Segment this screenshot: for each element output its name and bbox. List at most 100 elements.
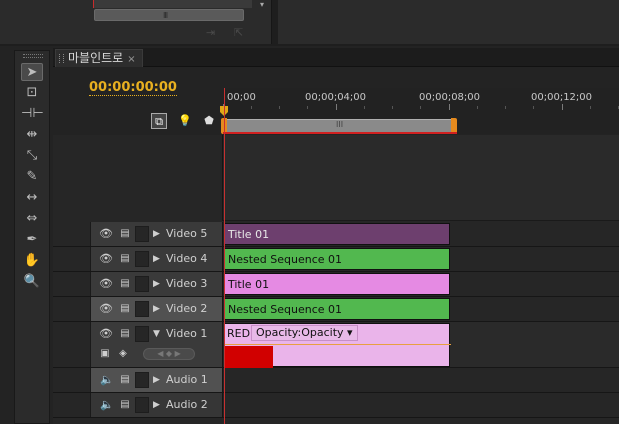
opacity-rubber-band[interactable] <box>225 344 451 345</box>
track-header[interactable]: 🔈 ▤ ▶ Audio 2 <box>91 393 223 417</box>
ruler-tick <box>477 106 478 109</box>
ruler-tick <box>420 106 421 109</box>
tab-label: 마블인트로 <box>68 51 124 65</box>
render-bar <box>223 132 457 134</box>
eye-icon[interactable]: 👁 <box>99 252 113 266</box>
tab-sequence[interactable]: 마블인트로 × <box>55 49 143 67</box>
tools-panel-grip[interactable] <box>23 54 43 58</box>
eye-icon[interactable]: 👁 <box>99 227 113 241</box>
ruler-tick <box>392 106 393 109</box>
track-header[interactable]: 👁 ▤ ▶ Video 5 <box>91 222 223 246</box>
eye-icon[interactable]: 👁 <box>99 277 113 291</box>
speaker-icon[interactable]: 🔈 <box>99 398 115 412</box>
eye-icon[interactable]: 👁 <box>99 327 113 341</box>
track-area: 👁 ▤ ▶ Video 5 Title 01 👁 ▤ ▶ Video 4 Nes… <box>53 135 619 424</box>
snap-icon[interactable]: ⧉ <box>151 113 167 129</box>
selection-tool-icon[interactable]: ➤ <box>21 63 43 81</box>
track-header[interactable]: 🔈 ▤ ▶ Audio 1 <box>91 368 223 392</box>
clip-red-matte[interactable]: RED Opacity:Opacity ▾ <box>224 323 451 368</box>
track-name: Video 4 <box>166 252 208 265</box>
insert-icon[interactable]: ⇥ <box>206 26 220 40</box>
top-button-group: ⇥ ⇱ <box>206 26 266 40</box>
twirl-down-icon[interactable]: ▼ <box>153 328 163 340</box>
current-timecode[interactable]: 00:00:00:00 <box>89 81 177 96</box>
twirl-right-icon[interactable]: ▶ <box>153 228 163 240</box>
track-target-area[interactable] <box>53 297 91 321</box>
track-body[interactable] <box>223 368 619 392</box>
twirl-right-icon[interactable]: ▶ <box>153 303 163 315</box>
time-ruler[interactable]: 00;00 00;00;04;00 00;00;08;00 00;00;12;0… <box>220 88 619 134</box>
film-icon: ▤ <box>120 374 130 385</box>
track-header[interactable]: 👁 ▤ ▼ Video 1 ▣ ◈ ◀ ◆ ▶ <box>91 322 223 367</box>
playhead-line[interactable] <box>224 88 225 424</box>
track-target-area[interactable] <box>53 222 91 246</box>
twirl-right-icon[interactable]: ▶ <box>153 278 163 290</box>
opacity-effect-dropdown[interactable]: Opacity:Opacity ▾ <box>251 325 358 341</box>
slip-tool-icon[interactable]: ↔ <box>21 189 43 207</box>
keyframe-tools: ▣ ◈ ◀ ◆ ▶ <box>99 346 223 362</box>
ruler-tick <box>364 106 365 109</box>
lock-toggle[interactable] <box>135 301 149 317</box>
clip-title[interactable]: Title 01 <box>224 273 450 295</box>
lock-toggle[interactable] <box>135 397 149 413</box>
export-frame-icon[interactable]: ⇱ <box>234 26 248 40</box>
timeline-panel: 마블인트로 × 00:00:00:00 ⧉ 💡 ⬟ 00;00 00;00;04;… <box>53 48 619 424</box>
eye-icon[interactable]: 👁 <box>99 302 113 316</box>
track-audio-1: 🔈 ▤ ▶ Audio 1 <box>53 368 619 393</box>
track-target-area[interactable] <box>53 272 91 296</box>
clip-title[interactable]: Title 01 <box>224 223 450 245</box>
track-name: Audio 2 <box>166 398 208 411</box>
clip-nested-sequence[interactable]: Nested Sequence 01 <box>224 298 450 320</box>
display-style-icon[interactable]: ▣ <box>99 348 111 360</box>
ruler-label: 00;00 <box>227 92 256 103</box>
track-video-5: 👁 ▤ ▶ Video 5 Title 01 <box>53 222 619 247</box>
work-area-bar[interactable]: III <box>225 119 455 133</box>
twirl-right-icon[interactable]: ▶ <box>153 399 163 411</box>
clip-nested-sequence[interactable]: Nested Sequence 01 <box>224 248 450 270</box>
set-marker-icon[interactable]: 💡 <box>177 113 193 129</box>
pen-tool-icon[interactable]: ✒ <box>21 231 43 249</box>
twirl-right-icon[interactable]: ▶ <box>153 374 163 386</box>
unnumbered-marker-icon[interactable]: ⬟ <box>201 113 217 129</box>
track-body[interactable]: Title 01 <box>223 222 619 246</box>
track-body[interactable]: Title 01 <box>223 272 619 296</box>
track-video-4: 👁 ▤ ▶ Video 4 Nested Sequence 01 <box>53 247 619 272</box>
track-target-area[interactable] <box>53 247 91 271</box>
track-target-area[interactable] <box>53 393 91 417</box>
empty-track-space <box>53 135 619 221</box>
track-header[interactable]: 👁 ▤ ▶ Video 3 <box>91 272 223 296</box>
track-target-area[interactable] <box>53 368 91 392</box>
hand-tool-icon[interactable]: ✋ <box>21 252 43 270</box>
track-target-area[interactable] <box>53 322 91 367</box>
slide-tool-icon[interactable]: ⇔ <box>21 210 43 228</box>
clip-thumbnail <box>225 346 273 368</box>
twirl-right-icon[interactable]: ▶ <box>153 253 163 265</box>
track-body[interactable]: Nested Sequence 01 <box>223 297 619 321</box>
track-header[interactable]: 👁 ▤ ▶ Video 4 <box>91 247 223 271</box>
speaker-icon[interactable]: 🔈 <box>99 373 115 387</box>
lock-toggle[interactable] <box>135 276 149 292</box>
lock-toggle[interactable] <box>135 372 149 388</box>
keyframe-navigator[interactable]: ◀ ◆ ▶ <box>143 348 195 360</box>
track-body[interactable] <box>223 393 619 417</box>
razor-tool-icon[interactable]: ✎ <box>21 168 43 186</box>
track-body[interactable]: Nested Sequence 01 <box>223 247 619 271</box>
rate-stretch-tool-icon[interactable]: ⤡ <box>21 147 43 165</box>
rolling-edit-tool-icon[interactable]: ⇹ <box>21 126 43 144</box>
show-keyframes-icon[interactable]: ◈ <box>117 348 129 360</box>
track-header[interactable]: 👁 ▤ ▶ Video 2 <box>91 297 223 321</box>
source-panel-remnant: III ▾ ⇥ ⇱ <box>0 0 272 44</box>
lock-toggle[interactable] <box>135 251 149 267</box>
film-icon: ▤ <box>120 303 130 314</box>
lock-toggle[interactable] <box>135 326 149 342</box>
top-zoom-scrollbar[interactable]: III <box>94 9 244 21</box>
track-video-2: 👁 ▤ ▶ Video 2 Nested Sequence 01 <box>53 297 619 322</box>
ruler-tick <box>533 106 534 109</box>
zoom-tool-icon[interactable]: 🔍 <box>21 273 43 291</box>
timeline-tab-bar: 마블인트로 × <box>53 48 619 67</box>
track-select-tool-icon[interactable]: ⊡ <box>21 84 43 102</box>
scroll-down-arrow-icon[interactable]: ▾ <box>256 0 268 10</box>
tab-close-icon[interactable]: × <box>127 54 135 65</box>
ripple-edit-tool-icon[interactable]: ⊣⊢ <box>21 105 44 123</box>
lock-toggle[interactable] <box>135 226 149 242</box>
